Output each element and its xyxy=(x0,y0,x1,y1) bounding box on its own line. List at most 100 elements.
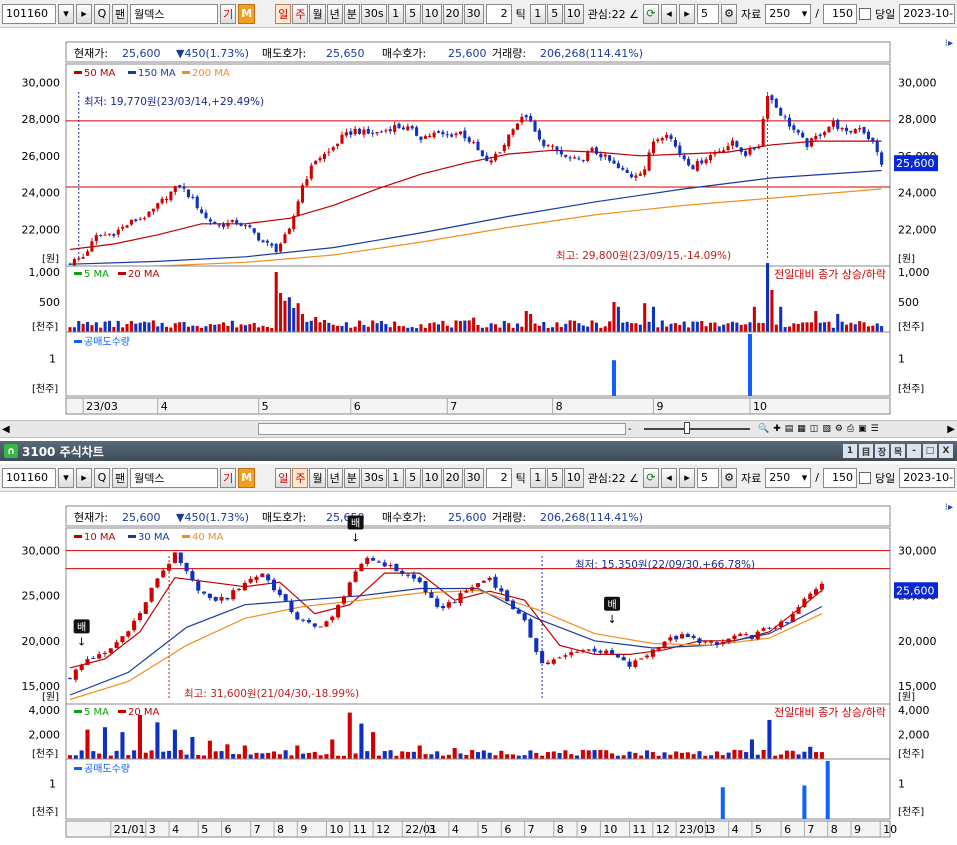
bottom-search-icon[interactable]: Q xyxy=(94,467,110,488)
bottom-next-icon[interactable]: ▸ xyxy=(679,467,695,488)
top-period-button-5[interactable]: 30s xyxy=(360,3,387,24)
bottom-window-title-bar[interactable]: ∩ 3100 주식차트 1 目 장 목 - □ X xyxy=(0,441,957,461)
bottom-period-button-6[interactable]: 1 xyxy=(387,467,404,488)
top-volume-bar xyxy=(331,324,335,332)
window-control-0[interactable]: 1 xyxy=(843,444,857,458)
zoom-slider-track[interactable] xyxy=(644,428,750,430)
bottom-tick-button-2[interactable]: 10 xyxy=(563,467,584,488)
top-code-next-icon[interactable]: ▸ xyxy=(76,3,92,24)
save-icon[interactable]: ▣ xyxy=(858,424,867,434)
window-control-2[interactable]: 장 xyxy=(875,444,889,458)
top-refresh-icon[interactable]: ⟳ xyxy=(643,3,659,24)
window-control-1[interactable]: 目 xyxy=(859,444,873,458)
top-period-button-8[interactable]: 10 xyxy=(421,3,442,24)
top-name-field[interactable]: 월덱스 xyxy=(130,3,219,24)
bottom-settings-icon[interactable]: ⚙ xyxy=(721,467,737,488)
bottom-period-button-1[interactable]: 주 xyxy=(292,467,309,488)
bottom-name-field[interactable]: 월덱스 xyxy=(130,467,219,488)
bottom-period-button-2[interactable]: 월 xyxy=(309,467,326,488)
top-period-button-7[interactable]: 5 xyxy=(404,3,421,24)
top-period-button-9[interactable]: 20 xyxy=(442,3,463,24)
top-candle-body xyxy=(831,120,835,127)
bottom-ki-button[interactable]: 기 xyxy=(220,467,237,488)
bottom-period-button-3[interactable]: 년 xyxy=(326,467,343,488)
window-icon[interactable]: ◫ xyxy=(810,424,819,434)
bottom-data-count-select[interactable]: 250 ▾ xyxy=(765,467,812,488)
top-panel-expand-icon[interactable]: ⁝▸ xyxy=(945,38,953,49)
top-tick-input[interactable]: 2 xyxy=(485,3,512,24)
bottom-panel-expand-icon[interactable]: ⁝▸ xyxy=(945,502,953,513)
scroll-mid-icon[interactable]: - xyxy=(628,424,632,435)
top-period-button-3[interactable]: 년 xyxy=(326,3,343,24)
bottom-m-button[interactable]: M xyxy=(238,467,256,488)
bottom-date-input[interactable]: 2023-10-2 xyxy=(899,467,956,488)
top-settings-icon[interactable]: ⚙ xyxy=(721,3,737,24)
bottom-tick-button-0[interactable]: 1 xyxy=(529,467,546,488)
top-tick-button-0[interactable]: 1 xyxy=(529,3,546,24)
top-period-button-4[interactable]: 분 xyxy=(343,3,360,24)
bottom-data-total-input[interactable]: 150 xyxy=(822,467,857,488)
bottom-period-button-9[interactable]: 20 xyxy=(442,467,463,488)
bottom-period-button-8[interactable]: 10 xyxy=(421,467,442,488)
top-period-button-2[interactable]: 월 xyxy=(309,3,326,24)
window-control-6[interactable]: X xyxy=(939,444,953,458)
print-icon[interactable]: ⎙ xyxy=(847,424,854,434)
top-step-input[interactable]: 5 xyxy=(697,3,719,24)
bottom-tick-input[interactable]: 2 xyxy=(485,467,512,488)
grid-icon[interactable]: ▦ xyxy=(797,424,806,434)
bottom-period-button-5[interactable]: 30s xyxy=(360,467,387,488)
bottom-candle-body xyxy=(610,650,615,654)
bottom-same-day-checkbox[interactable] xyxy=(858,471,871,484)
scroll-left-icon[interactable]: ◀ xyxy=(2,424,10,435)
bottom-period-button-0[interactable]: 일 xyxy=(275,467,292,488)
window-control-3[interactable]: 목 xyxy=(891,444,905,458)
gear-icon[interactable]: ⚙ xyxy=(835,424,843,434)
bottom-refresh-icon[interactable]: ⟳ xyxy=(643,467,659,488)
top-data-count-select[interactable]: 250 ▾ xyxy=(765,3,812,24)
bottom-tick-button-1[interactable]: 5 xyxy=(546,467,563,488)
bottom-period-button-7[interactable]: 5 xyxy=(404,467,421,488)
top-data-total-input[interactable]: 150 xyxy=(822,3,857,24)
top-search-icon[interactable]: Q xyxy=(94,3,110,24)
scroll-track[interactable] xyxy=(258,423,626,435)
top-tick-button-1[interactable]: 5 xyxy=(546,3,563,24)
zoom-slider-handle[interactable] xyxy=(684,422,690,434)
top-period-button-1[interactable]: 주 xyxy=(292,3,309,24)
window-control-4[interactable]: - xyxy=(907,444,921,458)
bottom-prev-icon[interactable]: ◂ xyxy=(661,467,677,488)
scroll-right-icon[interactable]: ▶ xyxy=(947,424,955,435)
bottom-code-next-icon[interactable]: ▸ xyxy=(76,467,92,488)
top-volume-bar xyxy=(713,322,717,332)
top-code-input[interactable]: 101160 xyxy=(2,3,56,24)
top-code-dropdown-icon[interactable]: ▾ xyxy=(58,3,74,24)
top-date-input[interactable]: 2023-10-2 xyxy=(899,3,956,24)
list-icon[interactable]: ☰ xyxy=(871,424,879,434)
cross-icon[interactable]: ✚ xyxy=(773,424,781,434)
bottom-code-input[interactable]: 101160 xyxy=(2,467,56,488)
bottom-candle-body xyxy=(336,604,341,618)
top-toolbar: 101160 ▾ ▸ Q 팬 월덱스 기 M 일 주 월 년 분 30s 1 5 10 20 30 … xyxy=(0,0,957,28)
bottom-ban-button[interactable]: 팬 xyxy=(112,467,129,488)
top-prev-icon[interactable]: ◂ xyxy=(661,3,677,24)
window-control-5[interactable]: □ xyxy=(923,444,937,458)
top-candle-body xyxy=(200,209,204,214)
top-ban-button[interactable]: 팬 xyxy=(112,3,129,24)
chart-scrollbar[interactable]: ◀ - 🔍 ✚ ▤ ▦ ◫ ▧ ⚙ ⎙ ▣ ☰ ▶ xyxy=(0,420,957,438)
top-volume-bar xyxy=(787,326,792,332)
top-tick-button-2[interactable]: 10 xyxy=(563,3,584,24)
bottom-period-button-10[interactable]: 30 xyxy=(463,467,484,488)
magnifier-icon[interactable]: 🔍 xyxy=(758,424,769,434)
top-next-icon[interactable]: ▸ xyxy=(679,3,695,24)
bottom-step-input[interactable]: 5 xyxy=(697,467,719,488)
top-m-button[interactable]: M xyxy=(238,3,256,24)
tile-icon[interactable]: ▧ xyxy=(822,424,831,434)
top-period-button-10[interactable]: 30 xyxy=(463,3,484,24)
doc-icon[interactable]: ▤ xyxy=(785,424,794,434)
top-ki-button[interactable]: 기 xyxy=(220,3,237,24)
top-same-day-checkbox[interactable] xyxy=(858,7,871,20)
bottom-code-dropdown-icon[interactable]: ▾ xyxy=(58,467,74,488)
top-period-button-6[interactable]: 1 xyxy=(387,3,404,24)
bottom-period-button-4[interactable]: 분 xyxy=(343,467,360,488)
top-candle-body xyxy=(572,157,577,159)
top-period-button-0[interactable]: 일 xyxy=(275,3,292,24)
